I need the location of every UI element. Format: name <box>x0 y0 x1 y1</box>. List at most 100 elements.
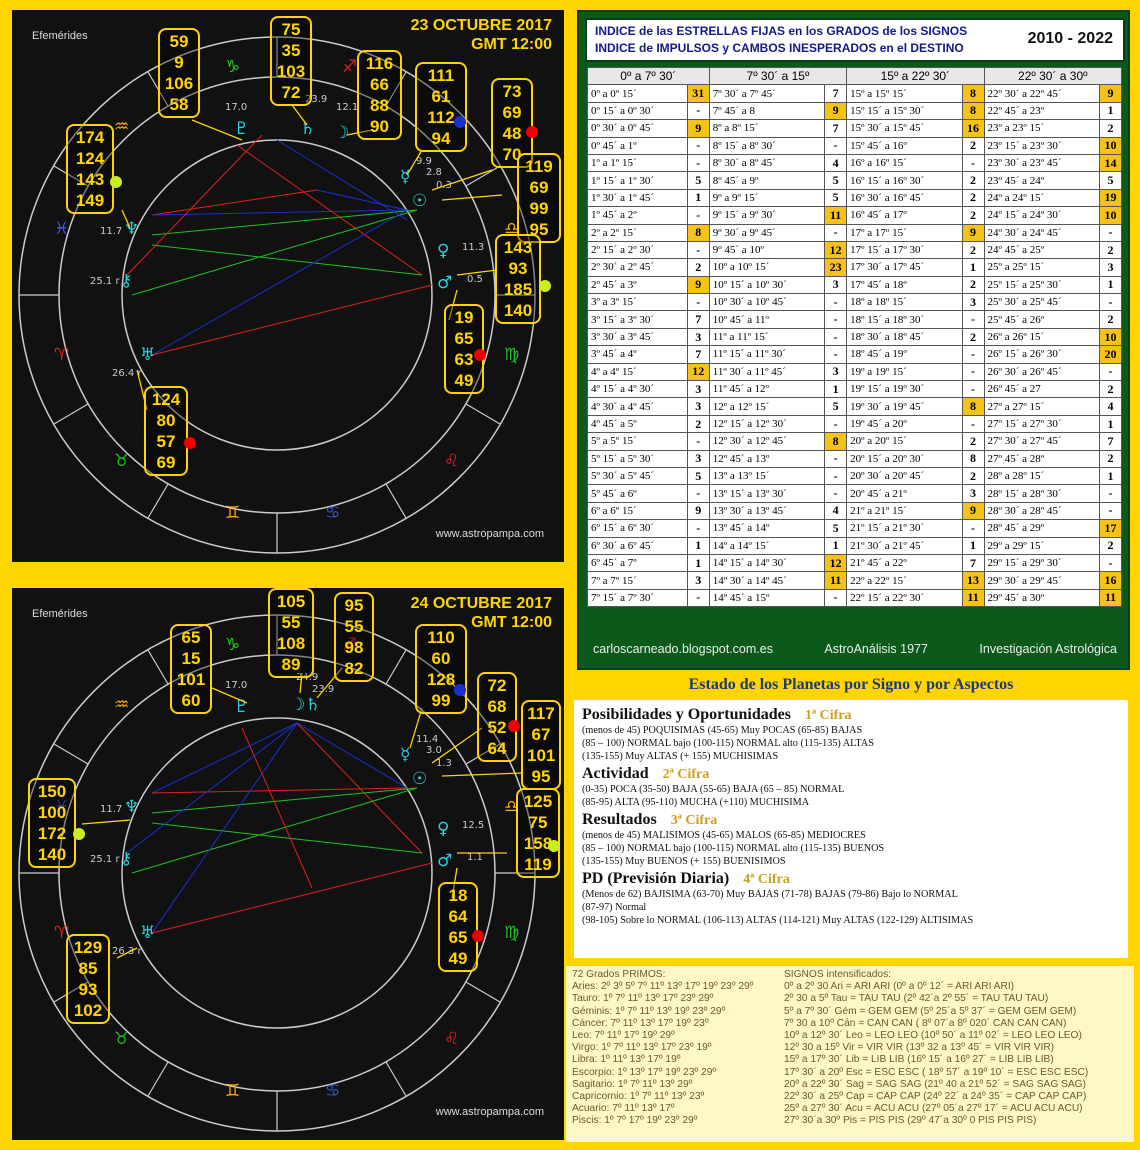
index-value-cell: 11 <box>1099 588 1122 608</box>
table-row: 5º 15´ a 5º 30´ 3 12º 45´ a 13º -20º 15´ a … <box>587 449 1122 468</box>
uranus-glyph: ♅ <box>140 923 155 943</box>
degree-range-cell: 10º 15´ a 10º 30´ <box>708 275 826 295</box>
prime-degrees-line: Capricornio: 1º 7º 11º 13º 23º <box>572 1091 705 1103</box>
degree-range-cell: 8º 45´ a 9º <box>708 171 826 190</box>
deg-venus: 12.5 <box>462 820 484 831</box>
index-value-cell: 10 <box>1099 136 1122 155</box>
section-heading: PD (Previsión Diaria) 4ª Cifra <box>582 870 790 887</box>
value-box: 129 85 93 102 <box>66 934 110 1024</box>
index-value-cell: 1 <box>824 536 848 555</box>
degree-range-cell: 5º 45´ a 6º <box>587 484 688 503</box>
index-value-cell: 8 <box>961 397 985 416</box>
table-row: 4º 45´ a 5º 2 12º 15´ a 12º 30´ -19º 45´ a … <box>587 414 1122 434</box>
degree-range-cell: 23º 30´ a 23º 45´ <box>983 153 1101 173</box>
degree-range-cell: 23º a 23º 15´ <box>983 119 1101 138</box>
table-row: 3º a 3º 15´ -10º 30´ a 10º 45´ -18º a 18º … <box>587 293 1122 312</box>
deg-moon: 12.1 <box>336 102 358 113</box>
intensified-signs-list: SIGNOS intensificados: 0º a 2º 30 Ari = … <box>784 969 1088 1128</box>
index-value-cell: 2 <box>961 171 985 190</box>
index-value-cell: 5 <box>824 171 848 190</box>
index-value-cell: - <box>1099 223 1122 242</box>
degree-range-cell: 20º a 20º 15´ <box>846 432 963 451</box>
intensified-sign-line: 10º a 12º 30´ Leo = LEO LEO (10º 50´ a 1… <box>784 1030 1082 1042</box>
index-value-cell: 3 <box>686 327 710 347</box>
prime-degrees-line: Sagitario: 1º 7º 11º 13º 29º <box>572 1078 693 1090</box>
index-value-cell: 11 <box>824 206 848 225</box>
table-row: 0º 45´ a 1º -8º 15´ a 8º 30´ -15º 45´ a 16… <box>587 136 1122 155</box>
degree-range-cell: 10º 30´ a 10º 45´ <box>708 293 826 312</box>
degree-range-cell: 24º 30´ a 24º 45´ <box>983 223 1101 242</box>
degree-range-cell: 8º 15´ a 8º 30´ <box>708 136 826 155</box>
table-row: 1º 30´ a 1º 45´ 1 9º a 9º 15´ 5 16º 30´ a 16… <box>587 188 1122 208</box>
table-row: 4º 15´ a 4º 30´ 3 11º 45´ a 12º 1 19º 15´ a … <box>587 380 1122 399</box>
index-value-cell: - <box>961 362 985 382</box>
value-box: 110 60 128 99 <box>415 624 467 714</box>
table-row: 5º 30´ a 5º 45´ 5 13º a 13º 15´ -20º 30´ a … <box>587 466 1122 486</box>
index-value-cell: 3 <box>824 362 848 382</box>
index-value-cell: - <box>1099 484 1122 503</box>
legend-line: (menos de 45) MALISIMOS (45-65) MALOS (6… <box>582 830 866 841</box>
site-url: www.astropampa.com <box>435 1106 544 1118</box>
degree-range-cell: 1º a 1º 15´ <box>587 153 688 173</box>
table-row: 3º 15´ a 3º 30´ 7 10º 45´ a 11º -18º 15´ a … <box>587 310 1122 329</box>
mars-glyph: ♂ <box>437 851 452 871</box>
table-footer: carloscarneado.blogspot.com.es AstroAnál… <box>585 638 1125 660</box>
index-value-cell: - <box>1099 501 1122 521</box>
degree-range-cell: 18º 15´ a 18º 30´ <box>846 310 963 329</box>
prime-degrees-line: Acuario: 7º 11º 13º 17º <box>572 1103 675 1115</box>
index-value-cell: 11 <box>824 571 848 590</box>
degree-range-cell: 7º a 7º 15´ <box>587 571 688 590</box>
index-value-cell: 10 <box>1099 206 1122 225</box>
index-value-cell: 2 <box>1099 380 1122 399</box>
index-value-cell: 2 <box>961 327 985 347</box>
index-value-cell: - <box>824 466 848 486</box>
marker-dot <box>184 437 196 449</box>
index-value-cell: - <box>686 293 710 312</box>
degree-range-cell: 1º 30´ a 1º 45´ <box>587 188 688 208</box>
date-text: 23 OCTUBRE 2017 <box>410 17 552 34</box>
prime-degrees-line: Aries: 2º 3º 5º 7º 11º 13º 17º 19º 23º 2… <box>572 981 754 993</box>
intensified-sign-line: 17º 30´ a 20º Esc = ESC ESC ( 18º 57´ a … <box>784 1066 1089 1078</box>
index-value-cell: - <box>824 293 848 312</box>
degree-range-cell: 28º 15´ a 28º 30´ <box>983 484 1101 503</box>
index-value-cell: - <box>824 136 848 155</box>
degree-range-cell: 14º 45´ a 15º <box>708 588 826 608</box>
table-row: 0º a 0º 15´ 31 7º 30´ a 7º 45´ 7 15º a 15º 1… <box>587 84 1122 103</box>
degree-range-cell: 19º 30´ a 19º 45´ <box>846 397 963 416</box>
index-value-cell: 2 <box>686 258 710 277</box>
index-value-cell: 7 <box>824 119 848 138</box>
index-value-cell: - <box>961 380 985 399</box>
index-value-cell: 7 <box>824 84 848 103</box>
prime-degrees-line: Piscis: 1º 7º 17º 19º 23º 29º <box>572 1115 698 1127</box>
section-heading: Actividad 2ª Cifra <box>582 765 710 782</box>
degree-range-cell: 10º a 10º 15´ <box>708 258 826 277</box>
index-value-cell: 16 <box>961 119 985 138</box>
section-heading: Resultados 3ª Cifra <box>582 811 718 828</box>
mars-glyph: ♂ <box>437 273 452 293</box>
deg-pluto: 17.0 <box>225 680 247 691</box>
table-row: 2º 15´ a 2º 30´ -9º 45´ a 10º 12 17º 15´ a … <box>587 240 1122 260</box>
deg-neptune: 11.7 <box>100 804 122 815</box>
degree-range-cell: 3º 45´ a 4º <box>587 345 688 364</box>
prime-degrees-line: Géminis: 1º 7º 11º 13º 19º 23º 29º <box>572 1005 726 1017</box>
index-value-cell: - <box>824 449 848 468</box>
degree-range-cell: 21º a 21º 15´ <box>846 501 963 521</box>
capricorn-glyph: ♑ <box>225 57 240 77</box>
index-value-cell: 1 <box>961 258 985 277</box>
intensified-sign-line: 12º 30 a 15º Vir = VIR VIR (13º 32 a 13º… <box>784 1042 1055 1054</box>
degree-range-cell: 25º 45´ a 26º <box>983 310 1101 329</box>
intensified-sign-line: 0º a 2º 30 Ari = ARI ARI (0º a 0º 12´ = … <box>784 981 1015 993</box>
index-value-cell: - <box>1099 553 1122 573</box>
deg-mars: 0.5 <box>467 274 483 285</box>
degree-range-cell: 17º 30´ a 17º 45´ <box>846 258 963 277</box>
value-box: 150 100 172 140 <box>28 778 76 868</box>
index-value-cell: 8 <box>686 223 710 242</box>
index-value-cell: 9 <box>824 101 848 121</box>
degree-range-cell: 4º 45´ a 5º <box>587 414 688 434</box>
index-value-cell: 9 <box>961 501 985 521</box>
table-row: 7º a 7º 15´ 3 14º 30´ a 14º 45´ 11 22º a 22º… <box>587 571 1122 590</box>
index-value-cell: 5 <box>686 171 710 190</box>
degree-range-cell: 4º a 4º 15´ <box>587 362 688 382</box>
index-value-cell: 3 <box>961 484 985 503</box>
venus-glyph: ♀ <box>437 819 449 839</box>
